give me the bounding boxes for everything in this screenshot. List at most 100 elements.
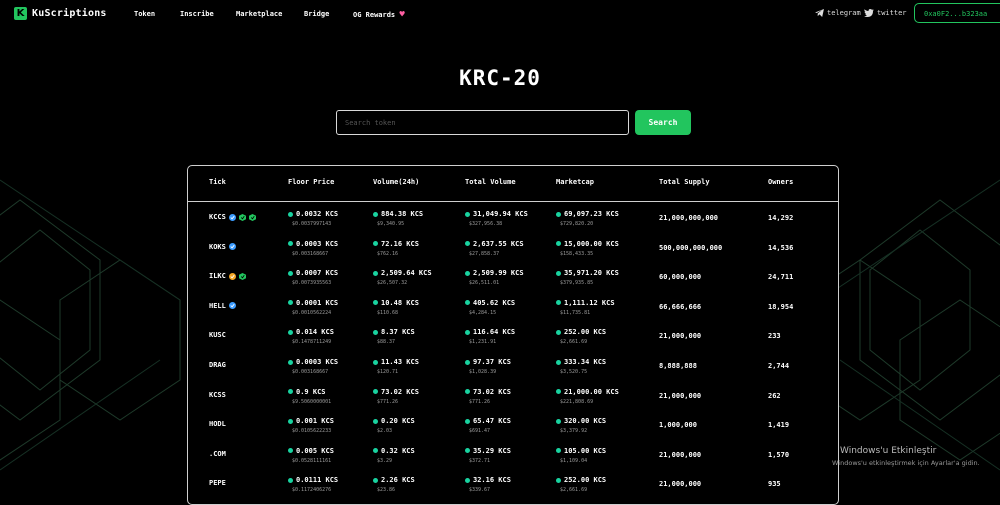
total-supply-value: 21,000,000: [659, 332, 702, 341]
floor-value: 0.9 KCS: [288, 388, 326, 396]
header-marketcap: Marketcap: [556, 178, 594, 186]
kcs-coin-icon: [288, 389, 293, 395]
kcs-coin-icon: [556, 300, 561, 306]
mcap-amount: 105.00 KCS: [564, 446, 607, 455]
vol24-usd: $9,340.95: [377, 221, 405, 227]
kcs-coin-icon: [465, 329, 470, 335]
total-value: 97.37 KCS: [465, 358, 511, 366]
table-row[interactable]: .COM 0.005 KCS $0.0528111161 0.32 KCS $3.29 3…: [188, 443, 838, 472]
floor-value: 0.0007 KCS: [288, 269, 338, 277]
nav-link-marketplace[interactable]: Marketplace: [236, 10, 282, 18]
floor-usd: $0.1478711249: [292, 339, 332, 346]
table-row[interactable]: KUSC 0.014 KCS $0.1478711249 8.37 KCS $88.37…: [188, 324, 838, 353]
mcap-value: 15,000.00 KCS: [556, 240, 619, 248]
floor-usd: $0.003168667: [292, 369, 329, 375]
total-amount: 35.29 KCS: [473, 446, 511, 455]
total-usd: $1,231.91: [469, 339, 497, 346]
table-row[interactable]: HODL 0.001 KCS $0.0105622233 0.20 KCS $2.03 6…: [188, 413, 838, 442]
header-floor-price: Floor Price: [288, 178, 335, 186]
owners-value: 18,954: [768, 302, 794, 311]
owners-value: 14,292: [768, 214, 794, 222]
twitter-link[interactable]: twitter: [864, 9, 907, 17]
floor-usd: $0.0073935563: [292, 280, 332, 287]
mcap-usd: $2,661.69: [560, 339, 588, 346]
token-tick: KUSC: [209, 331, 226, 339]
token-tick-label: KOKS: [209, 242, 226, 251]
nav-link-token[interactable]: Token: [134, 10, 155, 18]
vol24-value: 73.02 KCS: [373, 388, 419, 396]
windows-activation-subtitle: Windows'u etkinleştirmek için Ayarlar'a …: [832, 459, 980, 467]
og-rewards-label: OG Rewards: [353, 11, 396, 19]
kcs-coin-icon: [465, 418, 470, 424]
table-row[interactable]: PEPE 0.0111 KCS $0.1172406276 2.26 KCS $23.8…: [188, 472, 838, 501]
table-row[interactable]: HELL 0.0001 KCS $0.0010562224 10.48 KCS $110…: [188, 295, 838, 324]
mcap-amount: 35,971.20 KCS: [564, 269, 619, 278]
floor-value: 0.001 KCS: [288, 417, 334, 425]
mcap-amount: 69,097.23 KCS: [564, 210, 619, 218]
owners-value: 1,570: [768, 450, 790, 459]
token-tick-label: PEPE: [209, 479, 226, 488]
owners-value: 2,744: [768, 362, 790, 370]
floor-value: 0.0032 KCS: [288, 210, 338, 218]
kcs-coin-icon: [556, 241, 561, 247]
vol24-usd: $23.86: [377, 487, 396, 494]
kcs-coin-icon: [556, 477, 561, 483]
vol24-usd: $120.71: [377, 369, 399, 375]
search-input[interactable]: [336, 110, 629, 135]
telegram-link[interactable]: telegram: [815, 9, 861, 17]
token-tick-label: DRAG: [209, 361, 226, 369]
floor-amount: 0.005 KCS: [296, 446, 334, 455]
total-supply-value: 60,000,000: [659, 273, 702, 282]
kcs-coin-icon: [556, 270, 561, 276]
twitter-icon: [864, 9, 874, 17]
token-tick: HELL: [209, 302, 236, 310]
mcap-value: 333.34 KCS: [556, 358, 606, 366]
nav-link-inscribe[interactable]: Inscribe: [180, 10, 214, 18]
total-usd: $691.47: [469, 428, 491, 435]
table-row[interactable]: KOKS 0.0003 KCS $0.003168667 72.16 KCS $762.…: [188, 236, 838, 265]
verified-badge-icon: [228, 213, 236, 221]
owners-value: 262: [768, 391, 781, 400]
kcs-coin-icon: [556, 389, 561, 395]
total-value: 35.29 KCS: [465, 447, 511, 455]
vol24-amount: 73.02 KCS: [381, 387, 419, 396]
floor-usd: $0.003168667: [292, 250, 329, 257]
brand-logo[interactable]: K KuScriptions: [14, 7, 107, 20]
table-row[interactable]: ILKC 0.0007 KCS $0.0073935563 2,509.64 KCS $…: [188, 265, 838, 294]
table-row[interactable]: KCSS 0.9 KCS $9.5060000001 73.02 KCS $771.26…: [188, 384, 838, 413]
vol24-amount: 884.38 KCS: [381, 210, 424, 218]
search-button[interactable]: Search: [635, 110, 691, 135]
kcs-coin-icon: [288, 418, 293, 424]
token-tick: ILKC: [209, 272, 246, 280]
mcap-usd: $2,661.69: [560, 487, 588, 494]
table-row[interactable]: KCCS 0.0032 KCS $0.0037997143 884.38 KCS $9,…: [188, 206, 838, 235]
table-row[interactable]: DRAG 0.0003 KCS $0.003168667 11.43 KCS $120.…: [188, 354, 838, 383]
telegram-icon: [815, 9, 824, 17]
kcs-coin-icon: [373, 448, 378, 454]
kcs-coin-icon: [288, 241, 293, 247]
vol24-usd: $88.37: [377, 339, 396, 346]
verified-badge-icon: [228, 243, 236, 251]
windows-activation-title: Windows'u Etkinleştir: [840, 446, 937, 456]
vol24-usd: $762.16: [377, 250, 399, 257]
wallet-address-button[interactable]: 0xa0F2...b323aa: [914, 3, 1000, 23]
mcap-amount: 320.00 KCS: [564, 417, 607, 426]
nav-link-bridge[interactable]: Bridge: [304, 10, 329, 18]
total-supply-value: 500,000,000,000: [659, 243, 723, 252]
vol24-amount: 0.20 KCS: [381, 417, 415, 426]
mcap-usd: $11,735.81: [560, 309, 591, 316]
token-tick: KOKS: [209, 243, 236, 251]
total-amount: 65.47 KCS: [473, 417, 511, 426]
token-tick-label: .COM: [209, 449, 226, 458]
twitter-label: twitter: [877, 9, 907, 17]
vol24-amount: 0.32 KCS: [381, 446, 415, 455]
floor-amount: 0.0032 KCS: [296, 210, 339, 218]
total-amount: 116.64 KCS: [473, 328, 516, 337]
token-tick: HODL: [209, 420, 226, 428]
kcs-coin-icon: [288, 270, 293, 276]
mcap-amount: 252.00 KCS: [564, 476, 607, 485]
header-owners: Owners: [768, 178, 794, 186]
nav-link-og-rewards[interactable]: OG Rewards ♥: [353, 10, 405, 20]
floor-usd: $0.0037997143: [292, 221, 332, 227]
total-amount: 31,049.94 KCS: [473, 210, 528, 218]
